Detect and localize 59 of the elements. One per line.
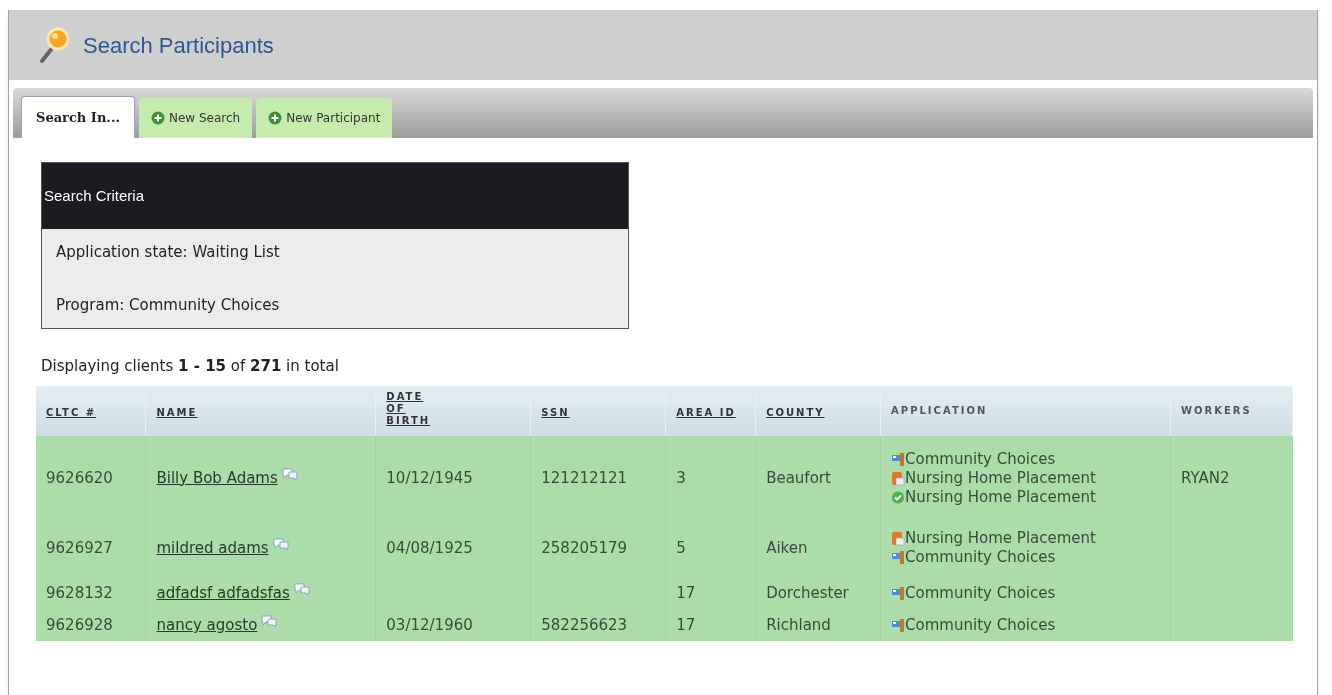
table-cell: 9626928 — [46, 616, 113, 635]
application-label: Community Choices — [905, 616, 1056, 635]
column-header[interactable]: AREA ID — [676, 406, 736, 419]
criteria-text: Application state: Waiting List — [56, 242, 281, 263]
plus-icon — [268, 111, 283, 125]
flag-icon — [891, 585, 906, 601]
application-label: Nursing Home Placement — [905, 529, 1096, 548]
flag-icon — [891, 618, 906, 633]
table-cell: 04/08/1925 — [386, 538, 473, 557]
speech-bubble-icon[interactable] — [272, 536, 289, 551]
column-header[interactable]: CLTC # — [46, 406, 97, 419]
document-icon — [891, 470, 906, 486]
table-cell: 3 — [676, 468, 686, 487]
application-label: Community Choices — [905, 548, 1056, 567]
table-cell: 121212121 — [541, 468, 628, 487]
speech-bubble-icon[interactable] — [281, 466, 298, 481]
column-header[interactable]: NAME — [156, 406, 198, 419]
flag-icon — [891, 451, 906, 467]
table-cell: 17 — [676, 616, 696, 635]
column-header[interactable]: COUNTY — [766, 406, 825, 419]
tab[interactable]: New Participant — [256, 98, 393, 138]
table-cell: 03/12/1960 — [386, 616, 473, 635]
speech-bubble-icon[interactable] — [293, 581, 310, 596]
table-cell: 9628132 — [46, 583, 113, 602]
table-cell: Dorchester — [766, 583, 849, 602]
search-icon — [37, 25, 71, 65]
page-title: Search Participants — [83, 31, 274, 60]
table-cell: 17 — [676, 583, 696, 602]
tab[interactable]: Search In... — [21, 96, 135, 138]
tab[interactable]: New Search — [138, 98, 253, 138]
table-cell: 5 — [676, 538, 686, 557]
table-cell: 9626927 — [46, 538, 113, 557]
document-icon — [891, 531, 906, 546]
table-cell: 10/12/1945 — [386, 468, 473, 487]
application-label: Community Choices — [905, 583, 1056, 603]
participant-link[interactable]: nancy agosto — [156, 616, 258, 635]
table-cell: Richland — [766, 616, 831, 635]
application-label: Nursing Home Placement — [905, 468, 1096, 488]
table-cell: 582256623 — [541, 616, 628, 635]
panel-title: Search Criteria — [42, 163, 628, 229]
application-label: Nursing Home Placement — [905, 487, 1096, 507]
participant-link[interactable]: mildred adams — [156, 538, 269, 557]
speech-bubble-icon[interactable] — [261, 614, 278, 629]
participant-link[interactable]: Billy Bob Adams — [156, 468, 278, 487]
column-header: APPLICATION — [891, 404, 989, 417]
column-header[interactable]: SSN — [541, 406, 570, 419]
participant-link[interactable]: adfadsf adfadsfas — [156, 583, 290, 602]
table-cell: 258205179 — [541, 538, 628, 557]
table-cell: Aiken — [766, 538, 808, 557]
flag-icon — [891, 550, 906, 565]
plus-icon — [150, 111, 165, 125]
application-label: Community Choices — [905, 449, 1056, 469]
table-cell: RYAN2 — [1181, 468, 1230, 487]
table-cell: Beaufort — [766, 468, 831, 487]
results-summary: Displaying clients 1 - 15 of 271 in total — [41, 356, 340, 377]
check-icon — [891, 489, 906, 505]
column-header: WORKERS — [1181, 404, 1253, 417]
table-cell: 9626620 — [46, 468, 113, 487]
criteria-text: Program: Community Choices — [56, 294, 281, 316]
